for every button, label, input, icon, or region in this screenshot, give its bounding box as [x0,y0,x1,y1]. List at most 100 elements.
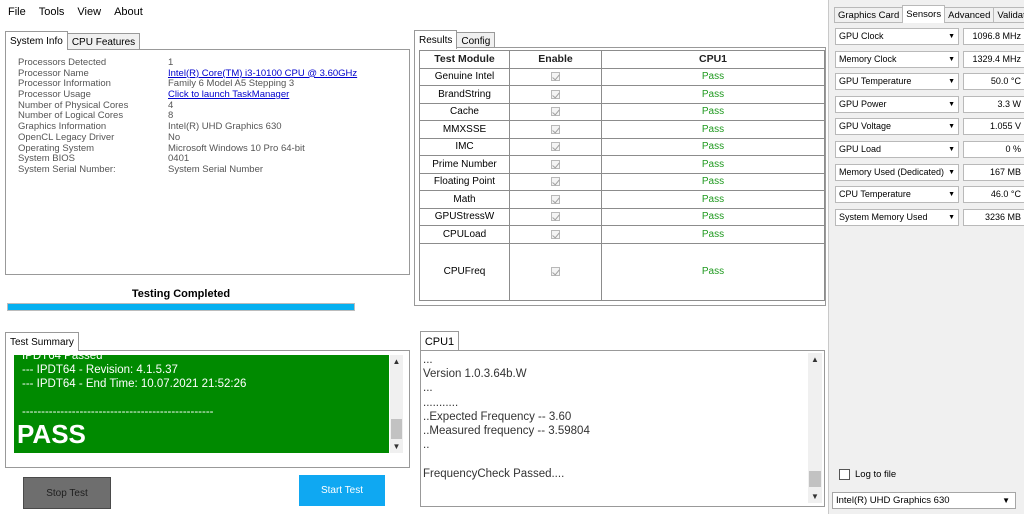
table-row: Cache Pass [419,102,825,121]
results-panel: Test Module Enable CPU1 Genuine Intel Pas… [414,47,826,306]
scroll-thumb[interactable] [809,471,821,487]
system-info-link[interactable]: Click to launch TaskManager [168,89,289,101]
tab-sensors[interactable]: Sensors [902,5,946,23]
cpu1-result-cell: Pass [601,225,825,244]
log-to-file-checkbox[interactable] [839,469,850,480]
start-test-button[interactable]: Start Test [299,475,385,506]
tab-cpu1[interactable]: CPU1 [420,331,459,351]
enable-cell [509,102,602,121]
log-line: Version 1.0.3.64b.W [423,368,527,381]
menu-view[interactable]: View [77,6,114,18]
sensor-name-dropdown[interactable]: Memory Clock ▼ [835,50,959,68]
system-info-panel: Processors Detected 1 Processor Name Intel(… [5,49,410,275]
tab-results[interactable]: Results [414,30,458,49]
menu-file[interactable]: File [8,6,39,18]
chevron-down-icon: ▼ [948,123,955,131]
sensor-row: GPU Load ▼ 0 % [835,141,1024,158]
sensor-name-dropdown[interactable]: GPU Clock ▼ [835,28,959,45]
system-info-value: Intel(R) UHD Graphics 630 [168,121,282,133]
table-row: Genuine Intel Pass [419,67,825,86]
sensor-name-dropdown[interactable]: GPU Load ▼ [835,141,959,158]
scroll-down-icon[interactable]: ▼ [390,440,403,453]
system-info-value: System Serial Number [168,163,264,175]
table-row: BrandString Pass [419,85,825,104]
tab-cpu-features[interactable]: CPU Features [66,33,141,50]
enable-checkbox[interactable] [551,266,560,276]
enable-cell [509,172,602,191]
sensor-name-dropdown[interactable]: GPU Temperature ▼ [835,73,959,91]
sensor-name: GPU Clock [839,31,884,41]
enable-checkbox[interactable] [551,124,560,134]
log-to-file-option[interactable]: Log to file [839,469,896,480]
chevron-down-icon: ▼ [948,33,955,40]
table-row: CPUFreq Pass [419,242,825,301]
sensor-name-dropdown[interactable]: CPU Temperature ▼ [835,186,959,204]
log-to-file-label: Log to file [855,469,897,480]
log-line: ... [423,382,433,395]
enable-checkbox[interactable] [551,142,560,152]
tab-system-info[interactable]: System Info [5,31,68,50]
log-line: ..Measured frequency -- 3.59804 [423,424,590,437]
sensor-value: 1329.4 MHz [963,50,1024,68]
table-row: IMC Pass [419,137,825,156]
sensor-row: Memory Used (Dedicated) ▼ 167 MB [835,163,1024,181]
results-section: Results Config Test Module Enable CPU1 G… [414,30,826,306]
scroll-up-icon[interactable]: ▲ [808,353,822,366]
sensor-name: Memory Used (Dedicated) [839,166,945,177]
test-progress-bar [7,303,355,311]
chevron-down-icon: ▼ [948,168,955,176]
enable-checkbox[interactable] [551,107,560,117]
test-module-cell: Prime Number [419,155,510,174]
sensor-value: 46.0 °C [963,186,1024,204]
enable-checkbox[interactable] [551,229,560,239]
tab-test-summary[interactable]: Test Summary [5,332,79,351]
enable-checkbox[interactable] [551,89,560,99]
gpu-select-dropdown[interactable]: Intel(R) UHD Graphics 630 ▼ [832,492,1016,509]
menu-tools[interactable]: Tools [39,6,78,18]
log-scrollbar[interactable]: ▲ ▼ [808,353,822,503]
test-module-cell: GPUStressW [419,207,510,226]
tab-graphics-card[interactable]: Graphics Card [834,7,904,23]
sensor-name-dropdown[interactable]: GPU Voltage ▼ [835,118,959,136]
sensor-name: CPU Temperature [839,189,911,200]
enable-checkbox[interactable] [551,159,560,169]
sensor-row: GPU Temperature ▼ 50.0 °C [835,73,1024,91]
table-row: Floating Point Pass [419,172,825,191]
sensor-name-dropdown[interactable]: System Memory Used ▼ [835,208,959,226]
chevron-down-icon: ▼ [948,213,955,221]
scroll-up-icon[interactable]: ▲ [390,355,403,368]
scroll-down-icon[interactable]: ▼ [808,490,822,503]
chevron-down-icon: ▼ [948,146,955,153]
sensor-name: System Memory Used [839,211,928,222]
system-info-row: OpenCL Legacy Driver No [18,132,357,144]
log-line: ..Expected Frequency -- 3.60 [423,410,572,423]
sensor-name-dropdown[interactable]: GPU Power ▼ [835,95,959,113]
enable-checkbox[interactable] [551,177,560,187]
summary-line: --- IPDT64 - Revision: 4.1.5.37 [22,364,178,376]
gpu-select-value: Intel(R) UHD Graphics 630 [836,495,950,506]
cpu1-result-cell: Pass [601,102,825,121]
menu-about[interactable]: About [114,6,156,18]
sensor-name-dropdown[interactable]: Memory Used (Dedicated) ▼ [835,163,959,181]
test-module-cell: Floating Point [419,172,510,191]
scroll-thumb[interactable] [391,419,402,439]
enable-checkbox[interactable] [551,212,560,222]
column-header-test-module: Test Module [419,50,510,69]
tab-validation[interactable]: Validation [993,7,1024,23]
summary-scrollbar[interactable]: ▲ ▼ [390,355,403,453]
sensor-row: System Memory Used ▼ 3236 MB [835,208,1024,226]
tab-advanced[interactable]: Advanced [944,7,995,23]
log-line: ........... [423,396,459,409]
sensor-row: GPU Voltage ▼ 1.055 V [835,118,1024,136]
column-header-enable: Enable [509,50,602,69]
test-module-cell: BrandString [419,85,510,104]
cpu1-result-cell: Pass [601,172,825,191]
summary-output: IPDT64 Passed --- IPDT64 - Revision: 4.1… [14,355,389,453]
enable-checkbox[interactable] [551,194,560,204]
cpu1-result-cell: Pass [601,190,825,209]
cpu1-result-cell: Pass [601,242,825,301]
stop-test-button[interactable]: Stop Test [23,477,111,509]
table-row: GPUStressW Pass [419,207,825,226]
enable-checkbox[interactable] [551,72,560,82]
enable-cell [509,67,602,86]
